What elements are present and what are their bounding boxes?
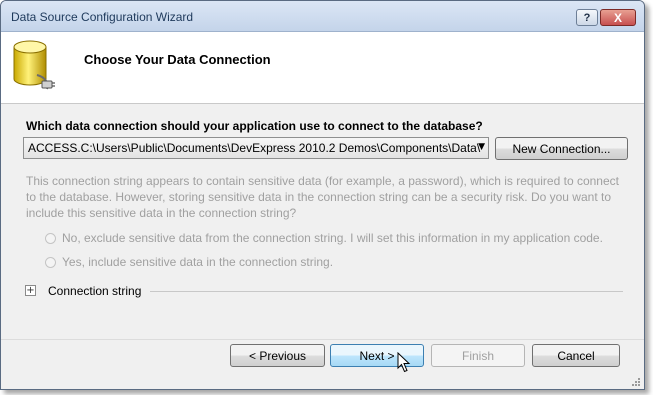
new-connection-button[interactable]: New Connection... [495,137,628,160]
title-bar[interactable]: Data Source Configuration Wizard ? X [1,1,644,32]
wizard-window: Data Source Configuration Wizard ? X Cho… [0,0,645,390]
database-plug-icon [13,40,55,90]
close-button[interactable]: X [600,9,636,26]
sensitive-data-description: This connection string appears to contai… [26,174,619,220]
include-sensitive-label: Yes, include sensitive data in the conne… [62,255,334,269]
previous-button[interactable]: < Previous [230,344,325,367]
exclude-sensitive-option[interactable]: No, exclude sensitive data from the conn… [45,230,603,246]
include-sensitive-radio[interactable] [45,256,56,268]
expander-divider [150,291,623,292]
exclude-sensitive-label: No, exclude sensitive data from the conn… [62,231,603,245]
mouse-cursor-icon [397,352,411,373]
page-title: Choose Your Data Connection [84,52,271,67]
connection-select[interactable]: ACCESS.C:\Users\Public\Documents\DevExpr… [23,137,489,159]
resize-grip-icon[interactable] [631,377,641,387]
connection-string-expander[interactable]: Connection string [48,284,141,298]
expand-icon[interactable]: + [25,285,36,296]
footer-divider [1,339,644,340]
connection-question-label: Which data connection should your applic… [26,119,483,133]
cancel-button[interactable]: Cancel [532,344,620,367]
include-sensitive-option[interactable]: Yes, include sensitive data in the conne… [45,254,333,270]
connection-select-value: ACCESS.C:\Users\Public\Documents\DevExpr… [28,141,481,155]
chevron-down-icon[interactable]: ▼ [478,142,485,152]
finish-button[interactable]: Finish [431,344,525,367]
help-button[interactable]: ? [576,9,598,26]
exclude-sensitive-radio[interactable] [45,232,56,244]
window-title: Data Source Configuration Wizard [11,10,194,24]
wizard-header: Choose Your Data Connection [1,32,644,104]
